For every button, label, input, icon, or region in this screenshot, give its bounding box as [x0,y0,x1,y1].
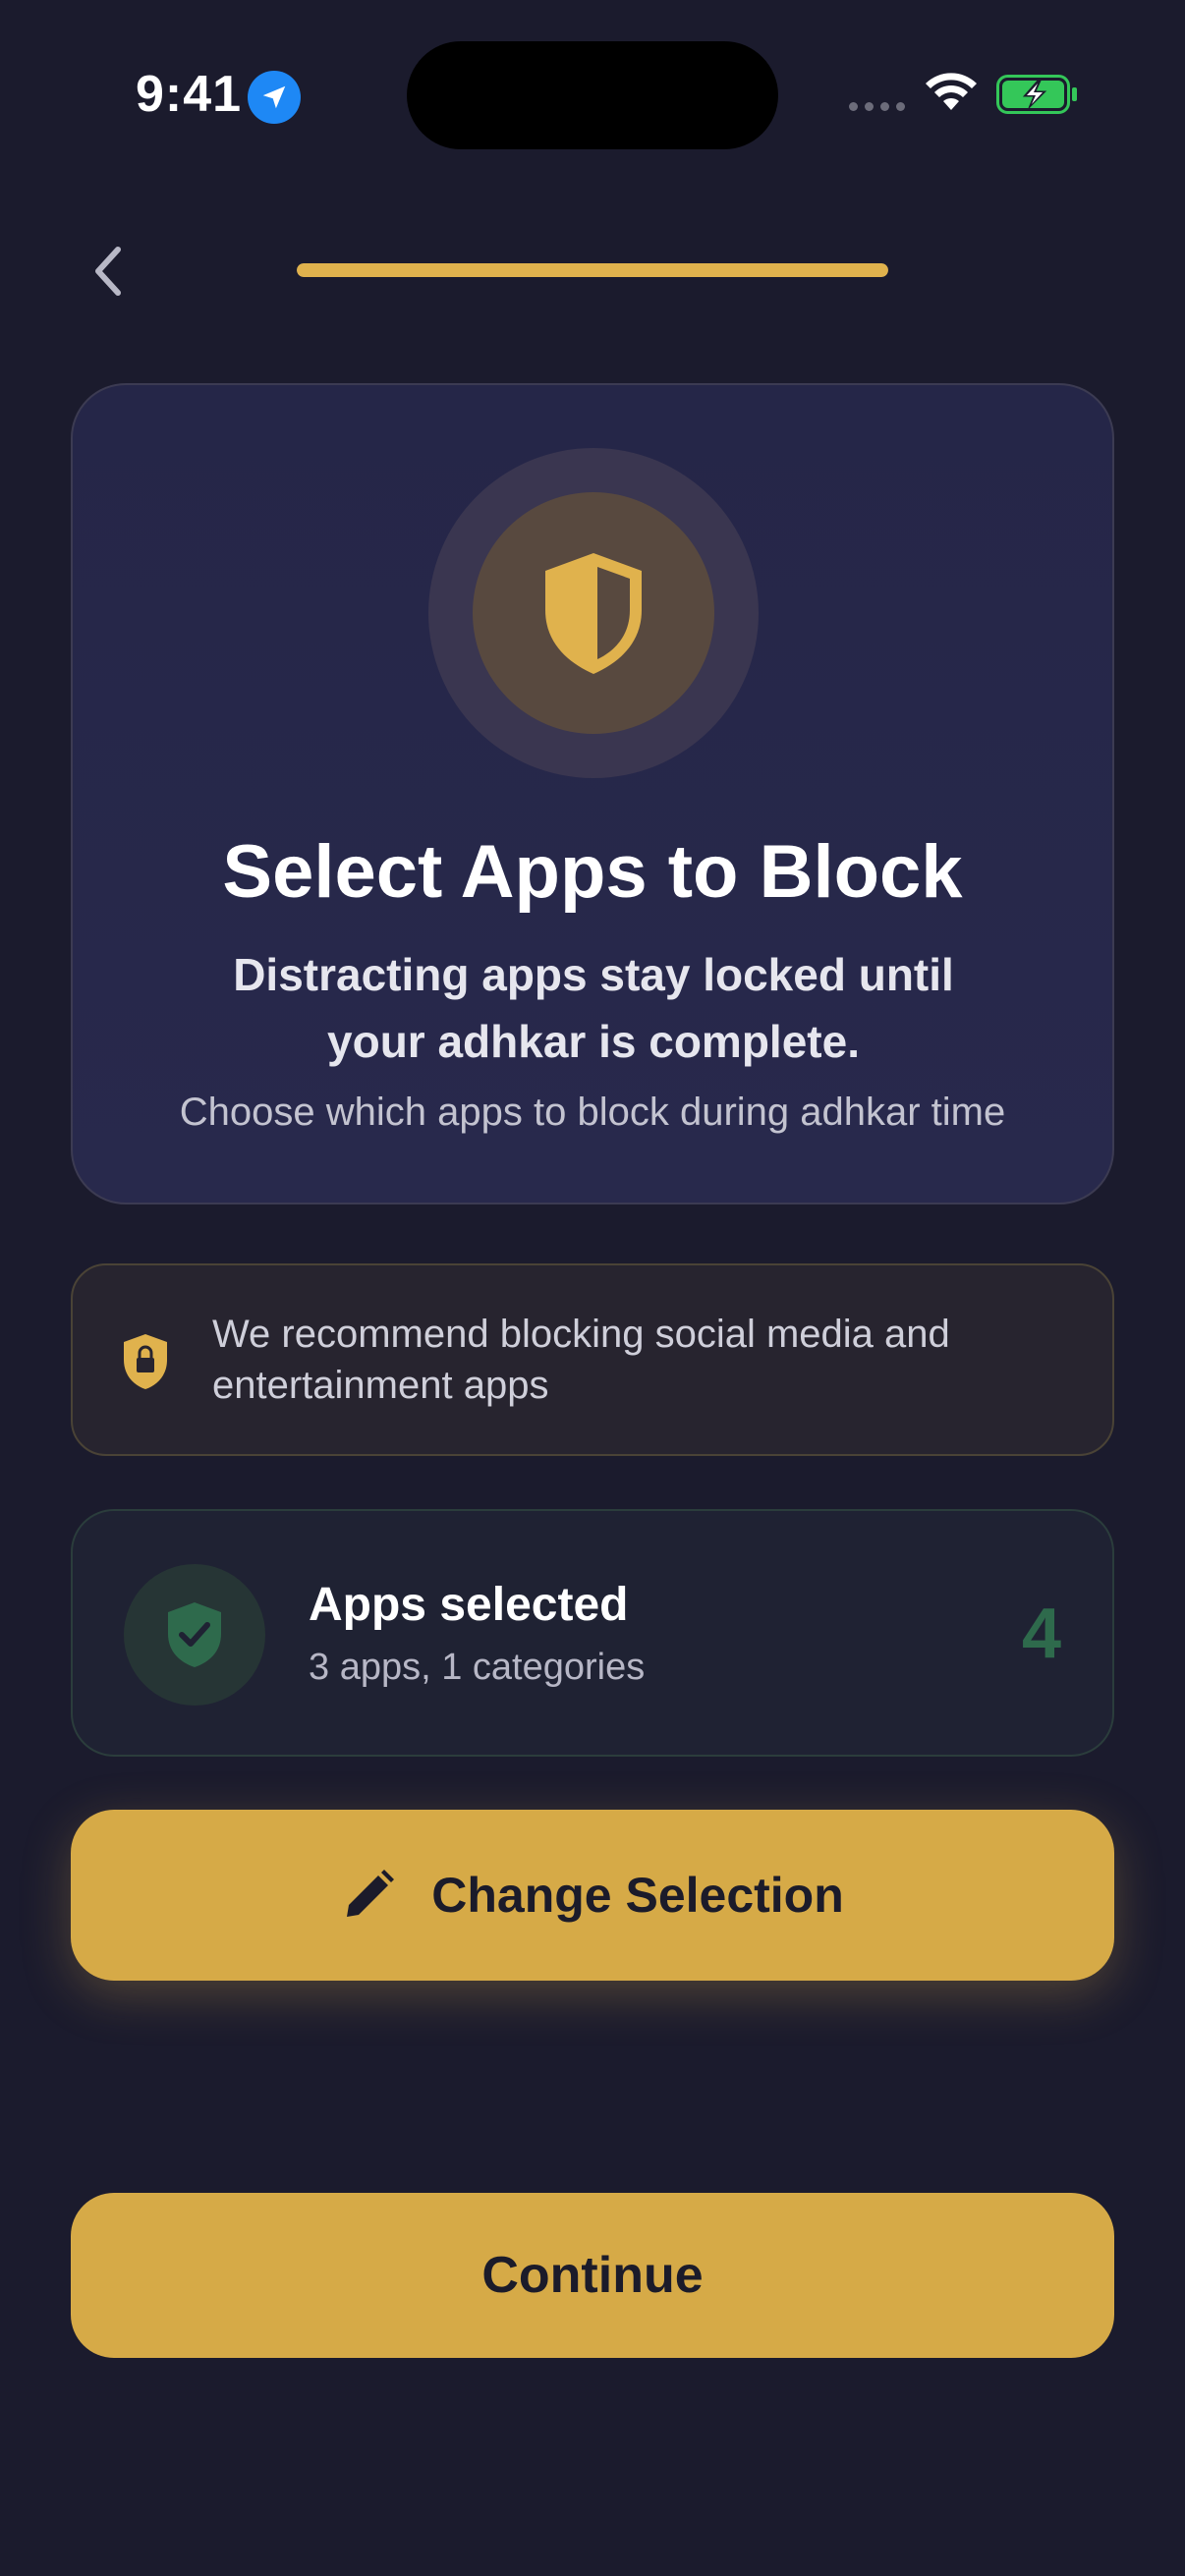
battery-charging-icon [996,75,1077,114]
apps-selected-summary: 3 apps, 1 categories [309,1647,646,1688]
recommendation-text: We recommend blocking social media and e… [212,1313,950,1407]
change-selection-label: Change Selection [431,1868,844,1923]
status-bar: 9:41 [0,0,1185,187]
continue-button[interactable]: Continue [71,2193,1114,2358]
shield-check-icon [168,1602,221,1667]
signal-dots-icon [849,102,905,111]
hero-card: Select Apps to Block Distracting apps st… [71,383,1114,1204]
dynamic-island [407,41,778,149]
apps-selected-title: Apps selected [309,1579,629,1631]
page-subtitle: Distracting apps stay locked until your … [233,949,954,1067]
screen: 9:41 Select Apps to Block Distracting ap… [0,0,1185,2576]
shield-lock-icon [124,1334,167,1389]
page-title: Select Apps to Block [222,830,963,914]
onboarding-progress-bar [297,263,888,277]
pencil-icon [347,1870,395,1917]
wifi-icon [926,73,977,110]
progress-fill [297,263,888,277]
change-selection-button[interactable]: Change Selection [71,1810,1114,1981]
hero-icon-circle [473,492,714,734]
location-arrow-icon [248,71,301,124]
selected-icon-circle [124,1564,265,1706]
chevron-left-icon [95,247,121,296]
continue-label: Continue [481,2247,704,2304]
hero-icon-halo [428,448,759,778]
status-time: 9:41 [136,66,243,123]
page-caption: Choose which apps to block during adhkar… [179,1091,1006,1134]
recommendation-note: We recommend blocking social media and e… [71,1263,1114,1456]
back-button[interactable] [77,232,140,310]
apps-selected-count: 4 [1021,1595,1061,1673]
apps-selected-card: Apps selected 3 apps, 1 categories 4 [71,1509,1114,1757]
shield-icon [545,553,642,674]
